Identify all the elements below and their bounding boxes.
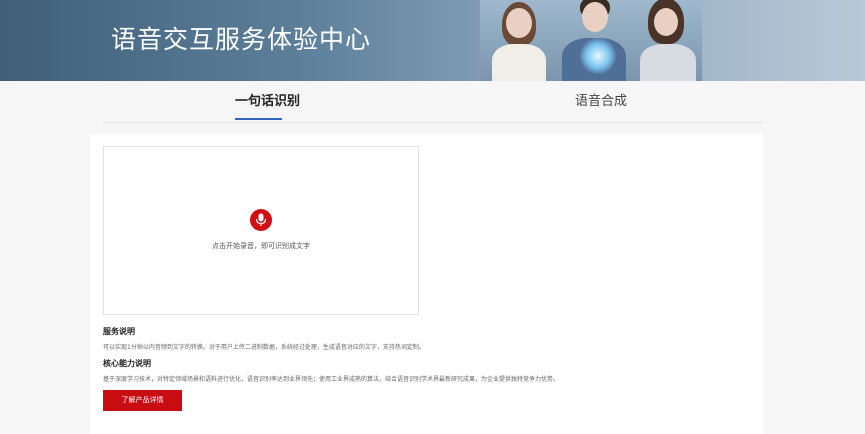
glowing-mic-graphic	[580, 38, 616, 74]
tab-bar: 一句话识别 语音合成	[103, 81, 763, 123]
microphone-icon	[255, 213, 267, 226]
record-button[interactable]	[250, 209, 272, 231]
recording-hint: 点击开始录音，即可识别成文字	[212, 242, 310, 250]
banner-person	[488, 0, 548, 81]
tab-speech-synthesis[interactable]: 语音合成	[575, 81, 627, 122]
service-title: 服务说明	[103, 327, 135, 336]
tab-sentence-recognition[interactable]: 一句话识别	[235, 81, 300, 122]
banner-person	[638, 0, 698, 81]
active-tab-indicator	[235, 118, 282, 120]
hero-banner: 语音交互服务体验中心	[0, 0, 865, 81]
capability-title: 核心能力说明	[103, 359, 151, 368]
capability-description: 基于深度学习技术，对特定领域场景和语料进行优化，语音识别率达到业界领先；使用工业…	[103, 376, 560, 383]
learn-product-details-button[interactable]: 了解产品详情	[103, 390, 182, 411]
banner-image	[480, 0, 702, 81]
service-description: 可以实现1分钟以内音频到文字的转换。对于用户上传二进制数据，系统经过处理，生成语…	[103, 344, 425, 351]
page-title: 语音交互服务体验中心	[111, 25, 372, 54]
